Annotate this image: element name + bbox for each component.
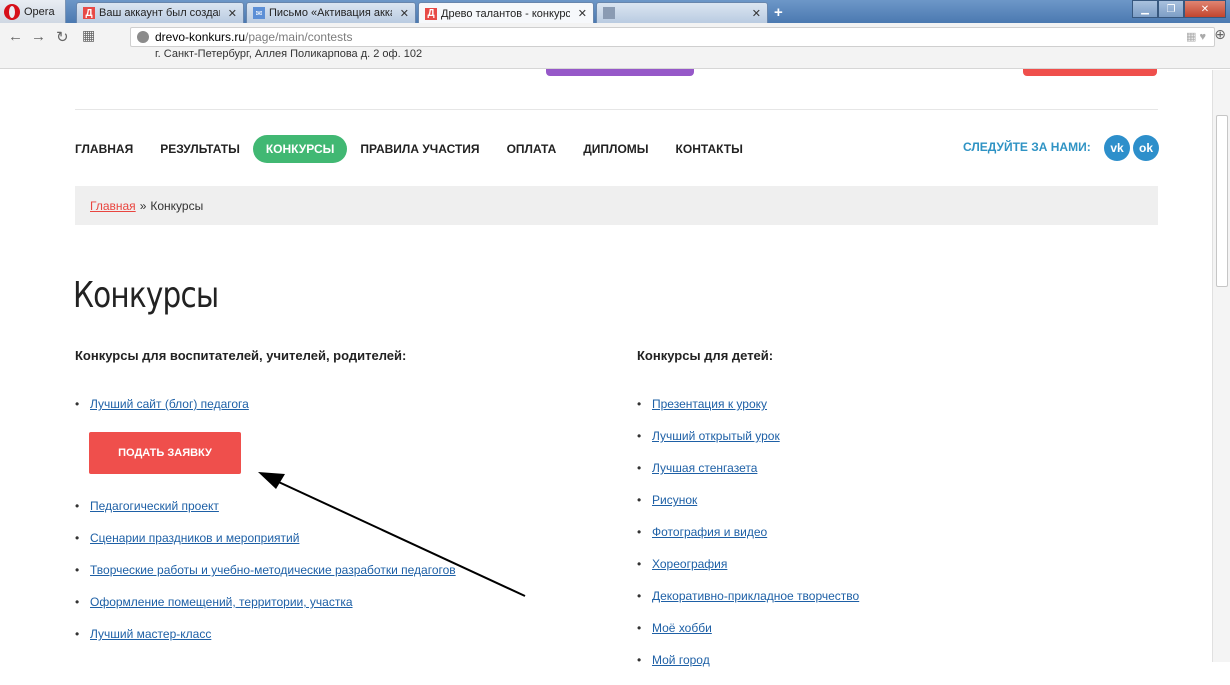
- list-item: Декоративно-прикладное творчество: [637, 589, 859, 621]
- page-title: Конкурсы: [73, 275, 219, 316]
- nav-item-results[interactable]: Результаты: [160, 142, 240, 156]
- mail-favicon-icon: ✉: [253, 7, 265, 19]
- contest-link[interactable]: Хореография: [652, 557, 727, 571]
- download-icon[interactable]: ⊕: [1214, 26, 1226, 43]
- speed-dial-icon[interactable]: ▦: [82, 27, 95, 44]
- site-info-icon[interactable]: [137, 31, 149, 43]
- document-favicon-icon: [603, 7, 615, 19]
- contest-link[interactable]: Лучшая стенгазета: [652, 461, 757, 475]
- main-navigation: Главная Результаты Конкурсы Правила учас…: [75, 134, 770, 164]
- browser-tab-drevo[interactable]: Д Древо талантов - конкурс ✕: [418, 2, 594, 24]
- contest-link[interactable]: Оформление помещений, территории, участк…: [90, 595, 353, 609]
- nav-item-diplomas[interactable]: Дипломы: [583, 142, 648, 156]
- follow-us-label: Следуйте за нами:: [963, 140, 1091, 154]
- contest-link[interactable]: Лучший мастер-класс: [90, 627, 211, 641]
- vk-icon[interactable]: vk: [1104, 135, 1130, 161]
- tab-title: Ваш аккаунт был создан: [99, 7, 220, 19]
- contest-link[interactable]: Педагогический проект: [90, 499, 219, 513]
- breadcrumb-home-link[interactable]: Главная: [90, 199, 136, 213]
- page-scrollbar[interactable]: [1212, 70, 1230, 662]
- header-purple-button[interactable]: [546, 69, 694, 76]
- list-item: Лучший открытый урок: [637, 429, 859, 461]
- url-host: drevo-konkurs.ru: [155, 30, 246, 44]
- browser-tab-bar: Opera Д Ваш аккаунт был создан ✕ ✉ Письм…: [0, 0, 1230, 24]
- contest-link[interactable]: Мой город: [652, 653, 710, 667]
- maximize-button[interactable]: ❐: [1158, 0, 1184, 18]
- list-item: Лучший сайт (блог) педагога: [75, 397, 249, 429]
- list-item: Творческие работы и учебно-методические …: [75, 563, 456, 595]
- opera-logo-icon: [4, 3, 20, 20]
- tab-close-icon[interactable]: ✕: [752, 7, 761, 20]
- list-item: Оформление помещений, территории, участк…: [75, 595, 456, 627]
- address-bar: ← → ↻ ▦ drevo-konkurs.ru /page/main/cont…: [0, 23, 1230, 69]
- list-item: Хореография: [637, 557, 859, 589]
- list-item: Фотография и видео: [637, 525, 859, 557]
- odnoklassniki-icon[interactable]: ok: [1133, 135, 1159, 161]
- nav-item-home[interactable]: Главная: [75, 142, 133, 156]
- tab-close-icon[interactable]: ✕: [578, 7, 587, 20]
- list-item: Педагогический проект: [75, 499, 456, 531]
- nav-item-contests[interactable]: Конкурсы: [252, 135, 348, 163]
- contest-link[interactable]: Моё хобби: [652, 621, 712, 635]
- list-item: Сценарии праздников и мероприятий: [75, 531, 456, 563]
- nav-item-rules[interactable]: Правила участия: [360, 142, 479, 156]
- close-window-button[interactable]: ✕: [1184, 0, 1226, 18]
- url-field[interactable]: drevo-konkurs.ru /page/main/contests ▦ ♥: [130, 27, 1215, 47]
- kids-contests-heading: Конкурсы для детей:: [637, 348, 774, 363]
- browser-tab-account[interactable]: Д Ваш аккаунт был создан ✕: [76, 2, 244, 23]
- opera-menu-button[interactable]: Opera: [0, 0, 66, 23]
- contest-link[interactable]: Фотография и видео: [652, 525, 767, 539]
- header-divider: [75, 109, 1158, 110]
- contest-link[interactable]: Лучший открытый урок: [652, 429, 780, 443]
- teachers-contests-list-top: Лучший сайт (блог) педагога: [75, 397, 249, 429]
- list-item: Рисунок: [637, 493, 859, 525]
- back-arrow-icon[interactable]: ←: [8, 28, 23, 45]
- list-item: Моё хобби: [637, 621, 859, 653]
- list-item: Мой город: [637, 653, 859, 685]
- reload-icon[interactable]: ↻: [56, 28, 69, 46]
- teachers-contests-list: Педагогический проект Сценарии празднико…: [75, 499, 456, 659]
- teachers-contests-heading: Конкурсы для воспитателей, учителей, род…: [75, 348, 407, 363]
- site-favicon-icon: Д: [83, 7, 95, 19]
- company-address: г. Санкт-Петербург, Аллея Поликарпова д.…: [155, 48, 423, 60]
- browser-tab-mail[interactable]: ✉ Письмо «Активация акка ✕: [246, 2, 416, 23]
- tab-title: Древо талантов - конкурс: [441, 7, 570, 20]
- contest-link-best-teacher-site[interactable]: Лучший сайт (блог) педагога: [90, 397, 249, 411]
- site-favicon-icon: Д: [425, 7, 437, 20]
- contest-link[interactable]: Декоративно-прикладное творчество: [652, 589, 859, 603]
- header-red-button[interactable]: [1023, 69, 1157, 76]
- tab-close-icon[interactable]: ✕: [228, 7, 237, 20]
- breadcrumb-separator: »: [139, 198, 147, 213]
- tab-close-icon[interactable]: ✕: [400, 7, 409, 20]
- contest-link[interactable]: Презентация к уроку: [652, 397, 767, 411]
- scrollbar-thumb[interactable]: [1216, 115, 1228, 287]
- contest-link[interactable]: Рисунок: [652, 493, 697, 507]
- tab-title: Письмо «Активация акка: [269, 7, 392, 19]
- new-tab-button[interactable]: +: [774, 4, 783, 21]
- bookmark-heart-icon[interactable]: ▦ ♥: [1186, 30, 1206, 43]
- url-path: /page/main/contests: [245, 30, 353, 44]
- opera-menu-label: Opera: [24, 5, 55, 18]
- contest-link[interactable]: Сценарии праздников и мероприятий: [90, 531, 299, 545]
- list-item: Презентация к уроку: [637, 397, 859, 429]
- kids-contests-list: Презентация к уроку Лучший открытый урок…: [637, 397, 859, 685]
- submit-application-button[interactable]: Подать заявку: [89, 432, 241, 474]
- browser-tab-blank[interactable]: ✕: [596, 2, 768, 23]
- breadcrumb-current: Конкурсы: [150, 198, 204, 213]
- contest-link[interactable]: Творческие работы и учебно-методические …: [90, 563, 456, 577]
- minimize-button[interactable]: ▁: [1132, 0, 1158, 18]
- nav-item-contacts[interactable]: Контакты: [676, 142, 743, 156]
- breadcrumb: Главная » Конкурсы: [75, 186, 1158, 225]
- list-item: Лучшая стенгазета: [637, 461, 859, 493]
- list-item: Лучший мастер-класс: [75, 627, 456, 659]
- nav-item-payment[interactable]: Оплата: [507, 142, 557, 156]
- forward-arrow-icon[interactable]: →: [31, 28, 46, 45]
- window-controls: ▁ ❐ ✕: [1132, 0, 1226, 18]
